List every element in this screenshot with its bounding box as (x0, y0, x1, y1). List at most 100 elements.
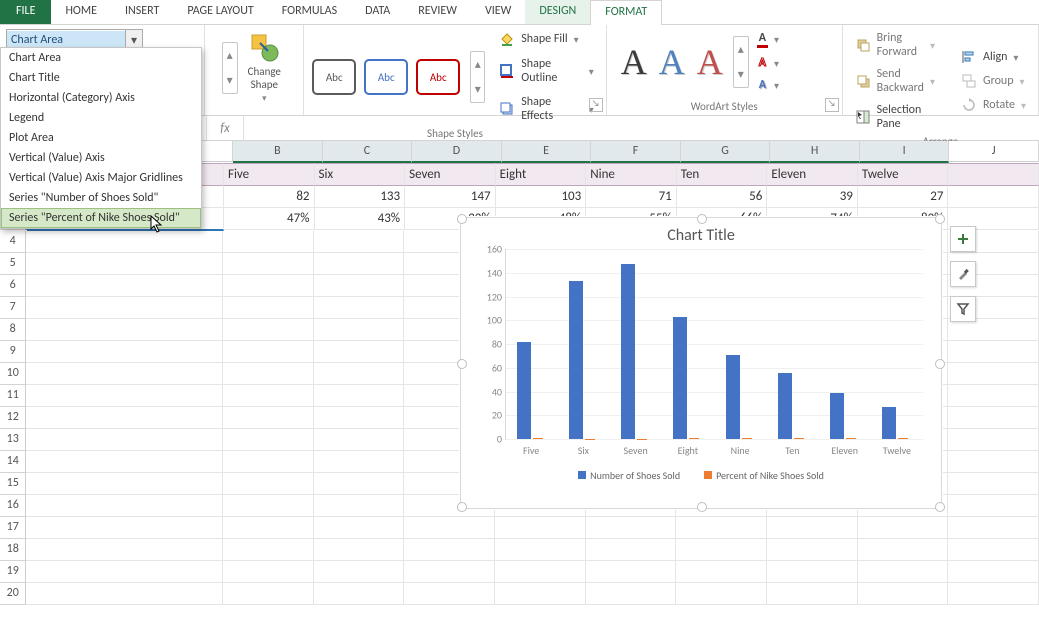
cell[interactable] (223, 495, 314, 517)
shape-style-swatch[interactable]: Abc (416, 59, 460, 95)
cell[interactable] (223, 231, 314, 253)
cell[interactable] (858, 583, 949, 605)
chart-handle-ne[interactable] (935, 214, 945, 224)
cell[interactable] (948, 561, 1039, 583)
row-header[interactable]: 15 (0, 473, 26, 495)
cell[interactable] (314, 517, 405, 539)
change-shape-button[interactable]: Change Shape ▾ (242, 29, 287, 106)
column-header-f[interactable]: F (591, 141, 681, 163)
cell[interactable] (586, 583, 677, 605)
row-header[interactable]: 7 (0, 297, 26, 319)
cell[interactable] (948, 163, 1039, 186)
cell[interactable] (26, 297, 223, 319)
cell[interactable] (314, 363, 405, 385)
cell[interactable] (495, 517, 586, 539)
align-button[interactable]: Align▾ (957, 47, 1030, 67)
shape-outline-button[interactable]: Shape Outline ▾ (495, 55, 597, 87)
cell[interactable] (314, 407, 405, 429)
cell[interactable]: 47% (224, 208, 315, 230)
cell[interactable] (495, 583, 586, 605)
cell[interactable] (858, 517, 949, 539)
cell[interactable] (314, 583, 405, 605)
ribbon-tab-view[interactable]: VIEW (471, 0, 525, 24)
chart-x-axis[interactable]: FiveSixSevenEightNineTenElevenTwelve (505, 444, 923, 457)
bar-series-1[interactable] (726, 355, 740, 439)
chart-element-option[interactable]: Series "Number of Shoes Sold" (1, 188, 201, 208)
cell[interactable]: Five (224, 163, 315, 186)
cell[interactable] (26, 539, 223, 561)
wordart-gallery[interactable]: AAA (615, 46, 729, 78)
ribbon-tab-insert[interactable]: INSERT (111, 0, 173, 24)
row-header[interactable]: 18 (0, 539, 26, 561)
cell[interactable] (26, 341, 223, 363)
chart-handle-se[interactable] (935, 502, 945, 512)
send-backward-button[interactable]: Send Backward▾ (851, 65, 939, 97)
cell[interactable]: 56 (677, 186, 768, 208)
row-header[interactable]: 9 (0, 341, 26, 363)
wordart-style[interactable]: A (691, 46, 729, 78)
cell[interactable] (223, 473, 314, 495)
chart-handle-e[interactable] (935, 359, 945, 369)
bar-series-1[interactable] (882, 407, 896, 439)
cell[interactable] (676, 561, 767, 583)
row-header[interactable]: 10 (0, 363, 26, 385)
cell[interactable] (495, 561, 586, 583)
cell[interactable] (314, 561, 405, 583)
cell[interactable] (404, 561, 495, 583)
cell[interactable] (767, 539, 858, 561)
cell[interactable] (676, 539, 767, 561)
cell[interactable] (858, 539, 949, 561)
cell[interactable] (26, 451, 223, 473)
cell[interactable] (676, 583, 767, 605)
cell[interactable] (404, 517, 495, 539)
cell[interactable]: 71 (586, 186, 677, 208)
row-header[interactable]: 19 (0, 561, 26, 583)
row-header[interactable]: 17 (0, 517, 26, 539)
cell[interactable]: Twelve (858, 163, 949, 186)
cell[interactable]: Eight (496, 163, 587, 186)
bar-series-1[interactable] (517, 342, 531, 439)
ribbon-tab-formulas[interactable]: FORMULAS (268, 0, 351, 24)
group-button[interactable]: Group▾ (957, 71, 1030, 91)
row-header[interactable]: 4 (0, 231, 26, 253)
column-header-h[interactable]: H (770, 141, 860, 163)
row-header[interactable]: 16 (0, 495, 26, 517)
selection-pane-button[interactable]: Selection Pane (851, 101, 939, 133)
cell[interactable] (26, 231, 223, 253)
cell[interactable]: 27 (858, 186, 949, 208)
cell[interactable] (314, 473, 405, 495)
fx-button[interactable]: fx (206, 116, 244, 140)
cell[interactable] (767, 561, 858, 583)
cell[interactable]: Ten (677, 163, 768, 186)
cell[interactable] (26, 517, 223, 539)
cell[interactable] (314, 275, 405, 297)
cell[interactable] (314, 385, 405, 407)
cell[interactable] (26, 561, 223, 583)
cell[interactable] (26, 429, 223, 451)
cell[interactable] (948, 407, 1039, 429)
row-header[interactable]: 14 (0, 451, 26, 473)
cell[interactable] (223, 275, 314, 297)
cell[interactable] (404, 583, 495, 605)
cell[interactable] (26, 319, 223, 341)
chart-legend[interactable]: Number of Shoes Sold Percent of Nike Sho… (461, 469, 941, 482)
cell[interactable] (404, 539, 495, 561)
cell[interactable] (858, 561, 949, 583)
chart-element-option[interactable]: Vertical (Value) Axis Major Gridlines (1, 168, 201, 188)
chart-handle-sw[interactable] (457, 502, 467, 512)
chart-elements-button[interactable] (950, 226, 976, 252)
cell[interactable] (948, 517, 1039, 539)
row-header[interactable]: 8 (0, 319, 26, 341)
shape-styles-launcher[interactable]: ↘ (589, 98, 603, 112)
bar-series-2[interactable] (898, 438, 908, 439)
chart-element-option[interactable]: Horizontal (Category) Axis (1, 88, 201, 108)
cell[interactable] (223, 297, 314, 319)
ribbon-tab-page-layout[interactable]: PAGE LAYOUT (173, 0, 267, 24)
row-header[interactable]: 5 (0, 253, 26, 275)
cell[interactable]: 133 (315, 186, 406, 208)
bar-series-2[interactable] (689, 438, 699, 439)
shape-effects-button[interactable]: Shape Effects ▾ (495, 93, 597, 125)
row-header[interactable]: 6 (0, 275, 26, 297)
embedded-chart[interactable]: Chart Title 020406080100120140160 FiveSi… (460, 217, 942, 509)
ribbon-tab-file[interactable]: FILE (0, 0, 51, 24)
